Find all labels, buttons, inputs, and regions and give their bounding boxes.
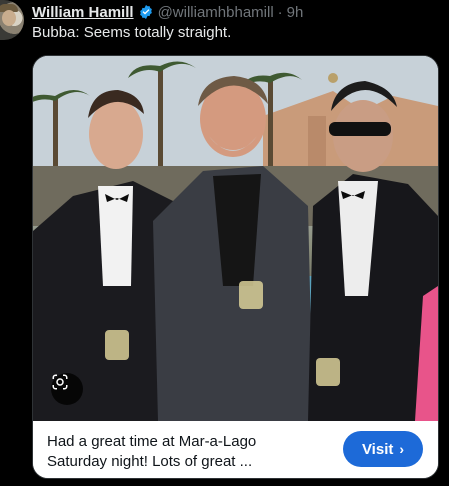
card-footer[interactable]: Had a great time at Mar-a-Lago Saturday … [33, 421, 438, 478]
card-photo[interactable] [33, 56, 438, 421]
card-title[interactable]: Had a great time at Mar-a-Lago Saturday … [47, 432, 307, 472]
avatar-face [2, 10, 16, 26]
chevron-right-icon: › [399, 441, 405, 457]
avatar[interactable] [0, 0, 24, 40]
tweet-time[interactable]: 9h [287, 4, 304, 21]
camera-lens-icon[interactable] [51, 373, 83, 405]
visit-label: Visit [361, 440, 394, 458]
tweet-text: Bubba: Seems totally straight. [32, 24, 232, 41]
author-name[interactable]: William Hamill [32, 4, 134, 21]
verified-badge-icon[interactable] [138, 4, 154, 20]
tweet-header: William Hamill @williamhbhamill · 9h [32, 2, 303, 22]
visit-button[interactable]: Visit › [343, 431, 423, 467]
link-card[interactable]: Had a great time at Mar-a-Lago Saturday … [32, 55, 439, 479]
separator-dot: · [277, 3, 283, 21]
photo-illustration [33, 56, 438, 421]
author-handle[interactable]: @williamhbhamill [158, 4, 274, 21]
